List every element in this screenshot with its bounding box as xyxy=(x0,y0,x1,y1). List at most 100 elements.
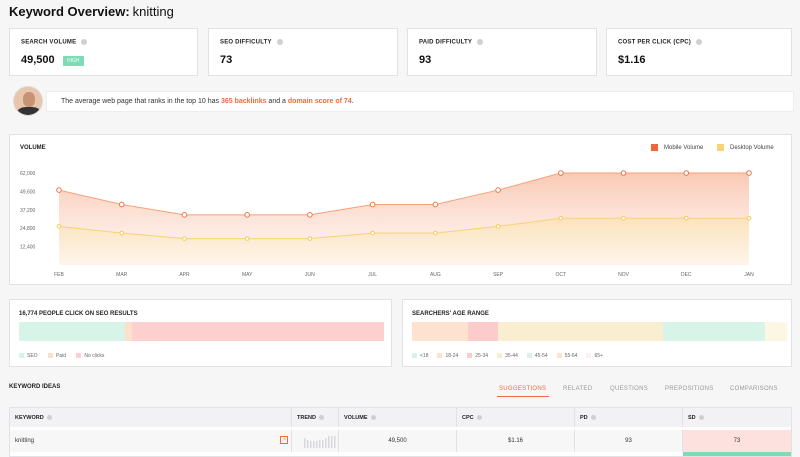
seo-clicks-bar xyxy=(19,322,384,341)
desktop-volume-point xyxy=(621,215,626,221)
x-tick-label: NOV xyxy=(618,272,630,278)
bar-segment-35-44 xyxy=(663,322,765,341)
x-tick-label: JAN xyxy=(744,272,754,278)
table-row-sd: 73 xyxy=(683,430,791,452)
metric-label: COST PER CLICK (CPC) xyxy=(618,39,702,46)
legend-item-age: 45-54 xyxy=(526,353,548,359)
tab-suggestions[interactable]: SUGGESTIONS xyxy=(499,386,546,392)
desktop-volume-point xyxy=(495,224,501,229)
volume-level-badge: HIGH xyxy=(63,56,84,66)
mobile-volume-point xyxy=(181,212,188,218)
desktop-volume-point xyxy=(433,230,438,236)
legend-item-no-clicks: No clicks xyxy=(76,353,104,359)
seo-clicks-card: 16,774 PEOPLE CLICK ON SEO RESULTS SEO P… xyxy=(9,299,392,367)
info-icon[interactable] xyxy=(276,39,283,45)
desktop-volume-point xyxy=(244,236,250,241)
y-tick-label: 49,600 xyxy=(20,189,36,195)
desktop-volume-point xyxy=(558,215,564,221)
seo-clicks-title: 16,774 PEOPLE CLICK ON SEO RESULTS xyxy=(19,311,138,317)
table-row-volume: 49,500 xyxy=(339,430,457,452)
info-icon[interactable] xyxy=(81,39,88,45)
tab-comparisons[interactable]: COMPARISONS xyxy=(730,386,778,392)
column-header-cpc[interactable]: CPC xyxy=(457,408,575,427)
y-tick-label: 12,400 xyxy=(20,245,36,251)
column-header-volume[interactable]: VOLUME xyxy=(339,408,457,427)
desktop-volume-point xyxy=(370,230,375,236)
metric-card-seo-difficulty: SEO DIFFICULTY 73 xyxy=(208,28,398,76)
column-header-sd[interactable]: SD xyxy=(683,408,791,427)
y-tick-label: 24,800 xyxy=(20,226,36,232)
metric-value: 73 xyxy=(220,54,233,66)
mobile-volume-point xyxy=(620,170,627,176)
bar-segment-18-24 xyxy=(468,322,499,341)
x-tick-label: JUN xyxy=(305,272,315,278)
info-icon xyxy=(318,415,324,421)
mobile-volume-point xyxy=(558,170,564,176)
x-tick-label: SEP xyxy=(493,272,504,278)
page-title: Keyword Overview: knitting xyxy=(9,4,174,19)
tab-questions[interactable]: QUESTIONS xyxy=(610,386,648,392)
metric-label: SEARCH VOLUME xyxy=(21,39,88,46)
age-range-card: SEARCHERS' AGE RANGE <18 18-24 25-34 35-44 4… xyxy=(402,299,792,367)
age-range-title: SEARCHERS' AGE RANGE xyxy=(412,311,489,317)
legend-item-age: 65+ xyxy=(586,353,603,359)
legend-item-paid: Paid xyxy=(47,353,66,359)
legend-item-seo: SEO xyxy=(19,353,38,359)
bar-segment-paid xyxy=(124,322,133,341)
desktop-volume-point xyxy=(307,236,313,241)
keyword-ideas-table: KEYWORD TREND VOLUME CPC PD SD knitting … xyxy=(9,407,792,457)
desktop-volume-point xyxy=(119,230,125,236)
column-header-trend[interactable]: TREND xyxy=(292,408,339,427)
metric-value: $1.16 xyxy=(618,54,646,66)
metric-card-cpc: COST PER CLICK (CPC) $1.16 xyxy=(606,28,792,76)
mobile-volume-point xyxy=(369,201,376,208)
legend-item-age: 35-44 xyxy=(497,353,518,359)
tab-related[interactable]: RELATED xyxy=(563,386,592,392)
seo-clicks-legend: SEO Paid No clicks xyxy=(19,353,113,359)
table-row-keyword[interactable]: knitting ↗ xyxy=(10,430,292,452)
legend-item-age: <18 xyxy=(412,353,428,359)
bar-segment--18 xyxy=(412,322,469,341)
bar-segment-45-54 xyxy=(764,322,787,341)
advice-banner: The average web page that ranks in the t… xyxy=(8,86,794,116)
table-row-cpc: $1.16 xyxy=(457,430,575,452)
x-tick-label: OCT xyxy=(556,272,567,278)
column-header-keyword[interactable]: KEYWORD xyxy=(10,408,292,427)
x-tick-label: MAR xyxy=(116,272,128,278)
x-tick-label: JUL xyxy=(368,272,377,278)
desktop-volume-point xyxy=(683,215,689,221)
metric-card-paid-difficulty: PAID DIFFICULTY 93 xyxy=(407,28,597,76)
avatar xyxy=(13,86,43,116)
column-header-pd[interactable]: PD xyxy=(575,408,683,427)
tab-prepositions[interactable]: PREPOSITIONS xyxy=(665,386,714,392)
legend-item-age: 18-24 xyxy=(437,353,458,359)
page-title-label: Keyword Overview: xyxy=(9,4,130,19)
metric-card-search-volume: SEARCH VOLUME 49,500 HIGH xyxy=(9,28,198,76)
info-icon xyxy=(698,415,704,421)
metric-value: 93 xyxy=(419,54,432,66)
info-icon[interactable] xyxy=(477,39,484,45)
domain-score-highlight: domain score of 74 xyxy=(287,98,352,105)
x-tick-label: FEB xyxy=(54,272,64,278)
mobile-volume-point xyxy=(118,201,125,208)
age-range-legend: <18 18-24 25-34 35-44 45-54 55-64 65+ xyxy=(412,353,612,359)
table-row-pd: 93 xyxy=(575,430,683,452)
volume-chart-card: VOLUME Mobile Volume Desktop Volume 62,0… xyxy=(9,134,792,285)
open-keyword-icon[interactable]: ↗ xyxy=(280,436,288,444)
sd-score-indicator xyxy=(683,452,791,456)
metric-label: SEO DIFFICULTY xyxy=(220,39,283,46)
bar-segment-no-clicks xyxy=(132,322,384,341)
desktop-volume-point xyxy=(746,215,752,221)
bar-segment-seo xyxy=(19,322,125,341)
advice-text: The average web page that ranks in the t… xyxy=(46,91,794,112)
x-tick-label: AUG xyxy=(430,272,441,278)
desktop-volume-point xyxy=(182,236,187,241)
active-tab-indicator xyxy=(497,396,549,397)
x-tick-label: MAY xyxy=(242,272,253,278)
info-icon[interactable] xyxy=(696,39,702,45)
mobile-volume-point xyxy=(307,212,313,218)
x-tick-label: DEC xyxy=(681,272,692,278)
mobile-volume-point xyxy=(495,187,501,193)
mobile-volume-point xyxy=(746,170,752,176)
table-row-trend xyxy=(292,430,339,452)
